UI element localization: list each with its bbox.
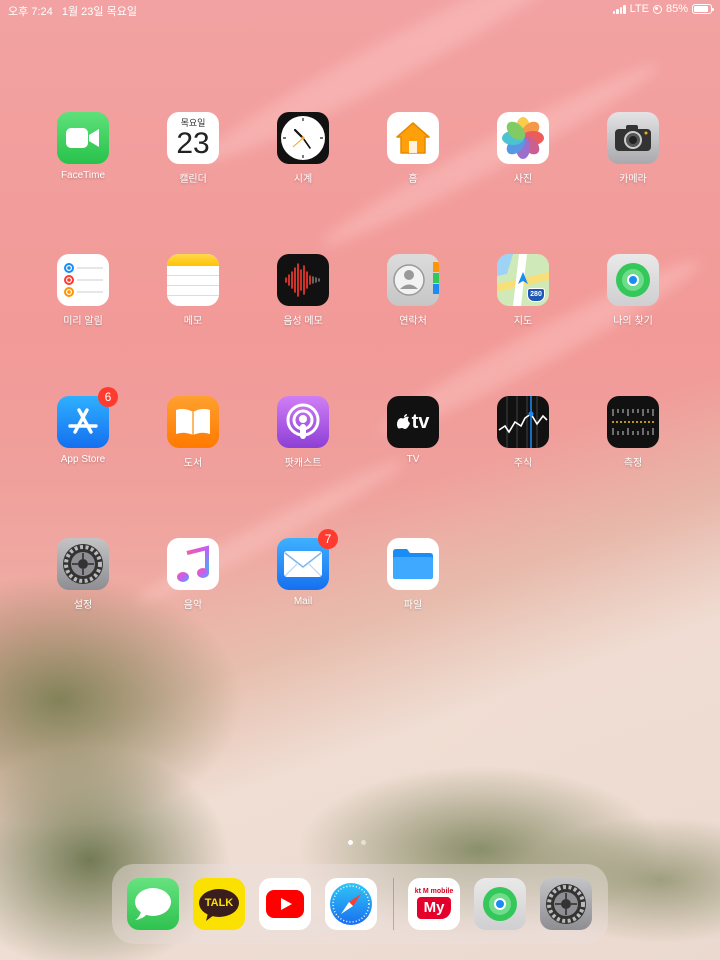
app-stocks[interactable]: 주식 xyxy=(478,396,568,469)
app-find-my[interactable]: 나의 찾기 xyxy=(588,254,678,327)
music-note-icon xyxy=(167,538,219,590)
app-label: 음악 xyxy=(183,600,203,611)
calendar-icon: 목요일 23 xyxy=(167,112,219,164)
app-home[interactable]: 홈 xyxy=(368,112,458,185)
battery-icon xyxy=(692,4,714,14)
video-camera-icon xyxy=(57,112,109,164)
highway-shield: 280 xyxy=(527,288,545,302)
app-label: FaceTime xyxy=(60,170,106,181)
cellular-signal-icon xyxy=(612,4,626,14)
app-label: 주식 xyxy=(513,458,533,469)
notes-icon xyxy=(167,254,219,306)
app-calendar[interactable]: 목요일 23 캘린더 xyxy=(148,112,238,185)
dock-kt-m-mobile[interactable]: kt M mobile My xyxy=(408,878,460,930)
dock-settings[interactable] xyxy=(540,878,592,930)
app-label: 도서 xyxy=(183,458,203,469)
app-label: 설정 xyxy=(73,600,93,611)
app-label: 캘린더 xyxy=(179,174,207,185)
status-date: 1월 23일 목요일 xyxy=(61,6,137,18)
app-label: 음성 메모 xyxy=(283,316,323,327)
page-dot[interactable] xyxy=(361,840,366,845)
app-reminders[interactable]: 미리 알림 xyxy=(38,254,128,327)
dock-find-my[interactable] xyxy=(474,878,526,930)
compass-icon xyxy=(330,883,372,925)
flower-icon xyxy=(497,112,549,164)
stocks-icon xyxy=(497,396,549,448)
map-icon: 280 xyxy=(497,254,549,306)
dock-messages[interactable] xyxy=(127,878,179,930)
app-books[interactable]: 도서 xyxy=(148,396,238,469)
app-label: Mail xyxy=(293,596,313,607)
gear-icon xyxy=(546,884,586,924)
find-my-icon xyxy=(607,254,659,306)
ruler-icon xyxy=(607,396,659,448)
location-icon xyxy=(652,4,662,14)
kt-m-mobile-brand: kt M mobile xyxy=(414,887,454,895)
app-label: 측정 xyxy=(623,458,643,469)
app-contacts[interactable]: 연락처 xyxy=(368,254,458,327)
kakaotalk-icon: TALK xyxy=(198,888,240,921)
app-files[interactable]: 파일 xyxy=(368,538,458,611)
app-label: App Store xyxy=(60,454,106,465)
book-icon xyxy=(167,396,219,448)
kakaotalk-text: TALK xyxy=(204,897,234,909)
page-indicator[interactable] xyxy=(348,840,366,845)
app-photos[interactable]: 사진 xyxy=(478,112,568,185)
app-label: 미리 알림 xyxy=(63,316,103,327)
app-app-store[interactable]: 6 App Store xyxy=(38,387,128,465)
app-label: 사진 xyxy=(513,174,533,185)
app-label: 지도 xyxy=(513,316,533,327)
dock: TALK kt M mobile My xyxy=(112,864,608,944)
notification-badge: 6 xyxy=(98,387,118,407)
podcast-icon xyxy=(277,396,329,448)
app-label: 홈 xyxy=(408,174,418,185)
app-label: TV xyxy=(406,454,420,465)
app-music[interactable]: 음악 xyxy=(148,538,238,611)
app-label: 팟캐스트 xyxy=(284,458,322,469)
status-bar: 오후 7:24 1월 23일 목요일 LTE 85% xyxy=(0,0,720,18)
page-dot[interactable] xyxy=(348,840,353,845)
app-voice-memos[interactable]: 음성 메모 xyxy=(258,254,348,327)
find-my-icon xyxy=(483,887,517,921)
app-label: 파일 xyxy=(403,600,423,611)
app-camera[interactable]: 카메라 xyxy=(588,112,678,185)
app-label: 시계 xyxy=(293,174,313,185)
waveform-icon xyxy=(277,254,329,306)
notification-badge: 7 xyxy=(318,529,338,549)
app-podcasts[interactable]: 팟캐스트 xyxy=(258,396,348,469)
app-maps[interactable]: 280 지도 xyxy=(478,254,568,327)
dock-safari[interactable] xyxy=(325,878,377,930)
gear-icon xyxy=(57,538,109,590)
camera-icon xyxy=(607,112,659,164)
dock-youtube[interactable] xyxy=(259,878,311,930)
app-clock[interactable]: 시계 xyxy=(258,112,348,185)
kt-m-mobile-icon: My xyxy=(417,896,451,919)
dock-separator xyxy=(393,878,394,930)
tv-text: tv xyxy=(411,410,430,433)
app-settings[interactable]: 설정 xyxy=(38,538,128,611)
status-time: 오후 7:24 xyxy=(8,6,53,18)
play-icon xyxy=(266,890,304,918)
clock-icon xyxy=(277,112,329,164)
house-icon xyxy=(387,112,439,164)
folder-icon xyxy=(387,538,439,590)
calendar-day: 23 xyxy=(176,127,210,160)
app-label: 메모 xyxy=(183,316,203,327)
app-measure[interactable]: 측정 xyxy=(588,396,678,469)
app-mail[interactable]: 7 Mail xyxy=(258,529,348,607)
app-label: 나의 찾기 xyxy=(613,316,653,327)
app-label: 연락처 xyxy=(399,316,427,327)
app-facetime[interactable]: FaceTime xyxy=(38,112,128,181)
app-tv[interactable]: tv TV xyxy=(368,396,458,465)
person-icon xyxy=(387,254,439,306)
speech-bubble-icon xyxy=(135,888,171,920)
dock-kakaotalk[interactable]: TALK xyxy=(193,878,245,930)
apple-tv-icon: tv xyxy=(387,396,439,448)
app-label: 카메라 xyxy=(619,174,647,185)
network-type: LTE xyxy=(629,3,649,15)
app-notes[interactable]: 메모 xyxy=(148,254,238,327)
reminders-icon xyxy=(57,254,109,306)
battery-percent: 85% xyxy=(665,3,688,15)
